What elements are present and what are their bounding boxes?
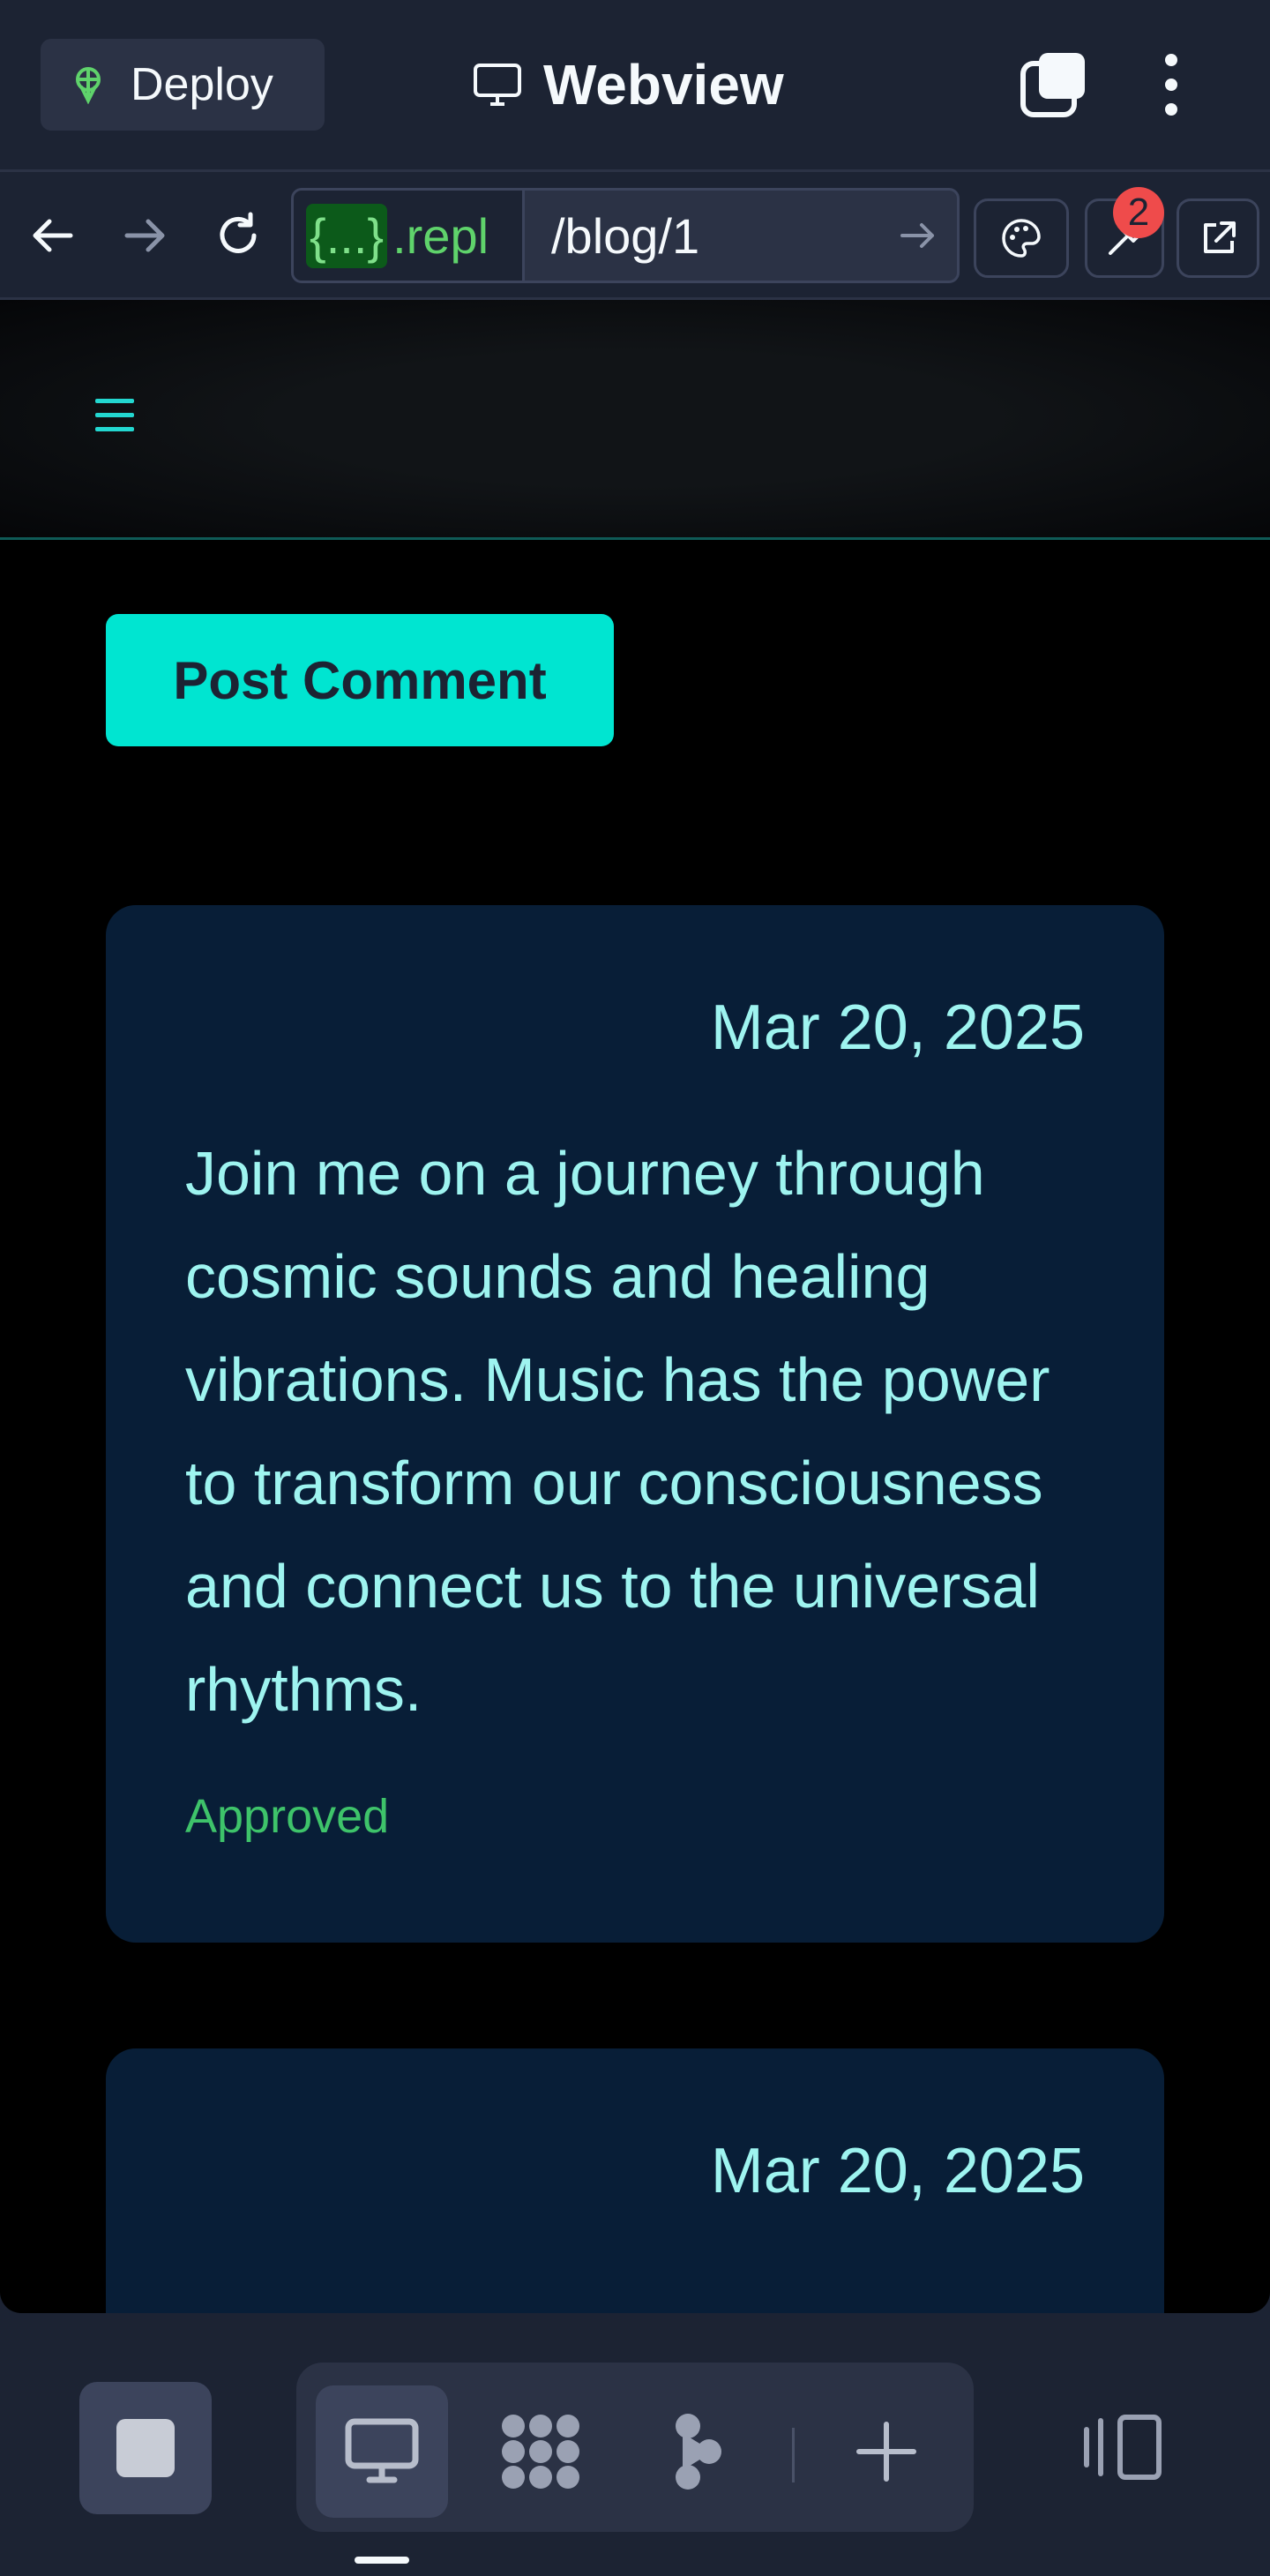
url-domain-placeholder: {...} <box>306 203 388 268</box>
deploy-icon <box>76 67 101 104</box>
stop-icon <box>116 2419 175 2477</box>
page-title: Webview <box>543 53 784 116</box>
theme-button[interactable] <box>974 198 1069 278</box>
open-external-button[interactable] <box>1177 198 1259 278</box>
workflows-tool-button[interactable] <box>474 2385 607 2518</box>
url-domain-suffix: .repl <box>392 207 489 264</box>
forward-arrow-icon[interactable] <box>116 207 173 264</box>
url-path[interactable]: /blog/1 <box>551 191 699 281</box>
webview-url-bar: {...} .repl /blog/1 <box>0 169 1270 300</box>
desktop-icon <box>345 2418 419 2483</box>
add-tool-button[interactable] <box>820 2385 952 2518</box>
agent-icon <box>676 2414 721 2490</box>
devtools-notification-badge: 2 <box>1113 187 1164 238</box>
external-link-icon <box>1204 221 1236 253</box>
webview-tab-title[interactable]: Webview <box>473 49 784 120</box>
url-input[interactable]: {...} .repl /blog/1 <box>291 188 960 283</box>
segment-divider <box>792 2428 795 2482</box>
post-comment-button[interactable]: Post Comment <box>106 614 614 746</box>
palette-icon <box>1002 219 1041 258</box>
comment-status: Approved <box>185 1790 390 1843</box>
comment-card: Mar 20, 2025 Join me on a journey throug… <box>106 905 1164 1943</box>
stop-button[interactable] <box>79 2382 212 2514</box>
monitor-icon <box>474 64 521 106</box>
webview-tool-button[interactable] <box>316 2385 448 2518</box>
layout-toggle-icon[interactable] <box>1081 2412 1166 2482</box>
plus-icon <box>856 2422 916 2482</box>
comment-date: Mar 20, 2025 <box>710 992 1085 1063</box>
home-indicator <box>355 2557 409 2564</box>
back-arrow-icon[interactable] <box>25 207 81 264</box>
reload-icon[interactable] <box>210 207 266 264</box>
agent-tool-button[interactable] <box>631 2385 764 2518</box>
workflows-icon <box>502 2415 579 2489</box>
ide-bottom-bar <box>0 2313 1270 2576</box>
tool-switcher <box>296 2363 974 2532</box>
go-arrow-icon[interactable] <box>895 213 939 258</box>
deploy-button[interactable]: Deploy <box>41 39 325 131</box>
comment-card: Mar 20, 2025 <box>106 2048 1164 2313</box>
webview-viewport: Post Comment Mar 20, 2025 Join me on a j… <box>0 300 1270 2313</box>
site-header <box>0 300 1270 540</box>
comment-date: Mar 20, 2025 <box>710 2136 1085 2206</box>
kebab-menu-icon[interactable] <box>1152 51 1191 118</box>
tabs-icon[interactable] <box>1020 51 1087 118</box>
hamburger-menu-icon[interactable] <box>95 399 141 438</box>
url-domain: {...} .repl <box>294 191 525 281</box>
comment-body: Join me on a journey through cosmic soun… <box>185 1139 1050 1724</box>
ide-top-bar: Deploy Webview <box>0 0 1270 169</box>
deploy-label: Deploy <box>131 59 273 110</box>
